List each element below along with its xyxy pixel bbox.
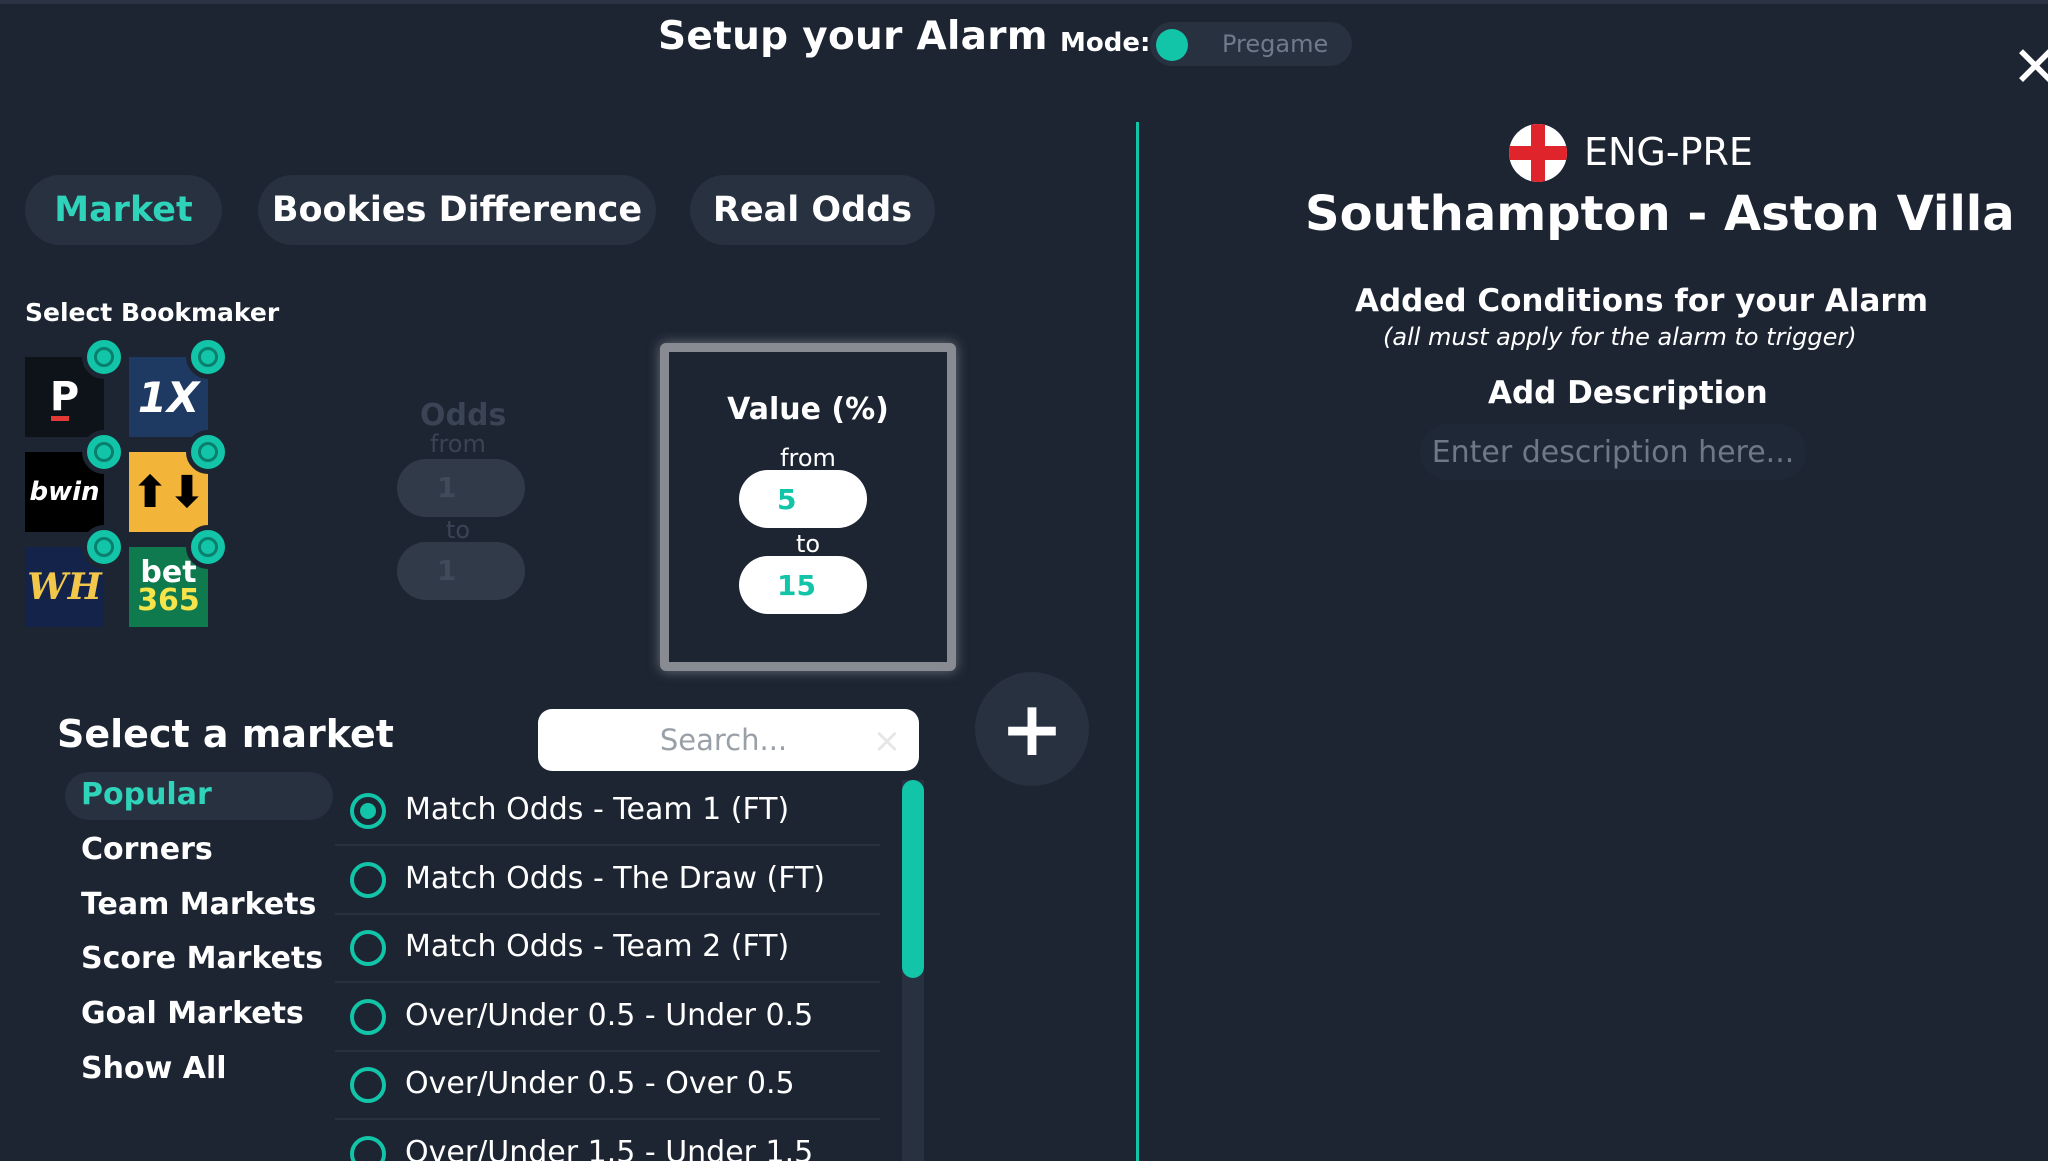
flag-cross-vertical: [1531, 124, 1545, 182]
bookmaker-check-icon[interactable]: [186, 335, 230, 379]
bookmaker-check-icon[interactable]: [82, 430, 126, 474]
radio-icon[interactable]: [350, 862, 386, 898]
odds-to-input: 1: [397, 542, 525, 600]
radio-selected-icon[interactable]: [350, 793, 386, 829]
value-to-label: to: [795, 530, 821, 558]
market-option[interactable]: Over/Under 0.5 - Over 0.5: [335, 1052, 880, 1120]
market-list-scrollbar-thumb[interactable]: [902, 780, 924, 978]
category-goal-markets[interactable]: Goal Markets: [81, 996, 304, 1031]
market-option[interactable]: Match Odds - Team 2 (FT): [335, 915, 880, 983]
market-option-label: Match Odds - The Draw (FT): [405, 861, 825, 896]
match-title: Southampton - Aston Villa: [1305, 186, 2015, 242]
market-option[interactable]: Match Odds - Team 1 (FT): [335, 778, 880, 846]
value-card: Value (%) from to: [660, 343, 956, 671]
bookmaker-check-icon[interactable]: [82, 525, 126, 569]
bookmaker-check-icon[interactable]: [82, 335, 126, 379]
conditions-subtitle: (all must apply for the alarm to trigger…: [1383, 323, 1857, 351]
bookmaker-check-icon[interactable]: [186, 430, 230, 474]
pinnacle-logo-text: P: [49, 373, 80, 420]
market-option-label: Over/Under 1.5 - Under 1.5: [405, 1135, 814, 1161]
mode-toggle-knob[interactable]: [1156, 29, 1188, 61]
market-option-label: Over/Under 0.5 - Under 0.5: [405, 998, 814, 1033]
category-corners[interactable]: Corners: [81, 832, 213, 867]
category-team-markets[interactable]: Team Markets: [81, 887, 316, 922]
bookmaker-check-icon[interactable]: [186, 525, 230, 569]
panel-divider: [1136, 122, 1139, 1161]
1xbet-logo-text: 1X: [137, 372, 200, 422]
category-popular[interactable]: Popular: [81, 777, 212, 812]
mode-label: Mode:: [1060, 28, 1151, 58]
add-condition-button[interactable]: +: [975, 672, 1089, 786]
tab-market[interactable]: Market: [25, 175, 222, 245]
close-icon[interactable]: ✕: [2012, 40, 2048, 98]
conditions-title: Added Conditions for your Alarm: [1355, 283, 1929, 319]
market-option-label: Match Odds - Team 2 (FT): [405, 929, 790, 964]
odds-from-input: 1: [397, 459, 525, 517]
bwin-logo-text: bwin: [29, 477, 100, 507]
mode-toggle[interactable]: Pregame: [1150, 22, 1352, 66]
value-from-label: from: [780, 444, 836, 472]
mode-value: Pregame: [1222, 30, 1329, 58]
search-clear-icon[interactable]: ×: [868, 722, 906, 760]
radio-icon[interactable]: [350, 1136, 386, 1161]
england-flag-icon: [1509, 124, 1567, 182]
market-search-box: [538, 709, 919, 771]
market-option[interactable]: Match Odds - The Draw (FT): [335, 847, 880, 915]
market-option-label: Over/Under 0.5 - Over 0.5: [405, 1066, 795, 1101]
page-title: Setup your Alarm: [658, 14, 1048, 59]
market-option-label: Match Odds - Team 1 (FT): [405, 792, 790, 827]
select-bookmaker-label: Select Bookmaker: [25, 298, 280, 327]
odds-title: Odds: [420, 398, 507, 433]
market-search-input[interactable]: [538, 709, 919, 771]
category-score-markets[interactable]: Score Markets: [81, 941, 323, 976]
radio-icon[interactable]: [350, 999, 386, 1035]
tab-real-odds[interactable]: Real Odds: [690, 175, 935, 245]
market-option[interactable]: Over/Under 0.5 - Under 0.5: [335, 984, 880, 1052]
odds-to-label: to: [446, 516, 471, 544]
market-option[interactable]: Over/Under 1.5 - Under 1.5: [335, 1121, 880, 1161]
select-market-title: Select a market: [57, 712, 394, 756]
top-border: [0, 0, 2048, 4]
william-hill-logo-text: WH: [27, 566, 102, 608]
value-to-input[interactable]: [739, 556, 867, 614]
betfair-arrows-icon: ⬆⬇: [131, 466, 206, 518]
description-title: Add Description: [1488, 375, 1768, 411]
odds-from-label: from: [430, 430, 486, 458]
league-code: ENG-PRE: [1584, 130, 1753, 174]
radio-icon[interactable]: [350, 930, 386, 966]
category-show-all[interactable]: Show All: [81, 1051, 227, 1086]
description-input[interactable]: [1420, 424, 1806, 480]
tab-bookies-difference[interactable]: Bookies Difference: [258, 175, 656, 245]
bet365-logo-bottom: 365: [137, 583, 200, 618]
value-title: Value (%): [727, 392, 889, 427]
radio-icon[interactable]: [350, 1067, 386, 1103]
pinnacle-logo-bar: [50, 415, 69, 421]
value-from-input[interactable]: [739, 470, 867, 528]
